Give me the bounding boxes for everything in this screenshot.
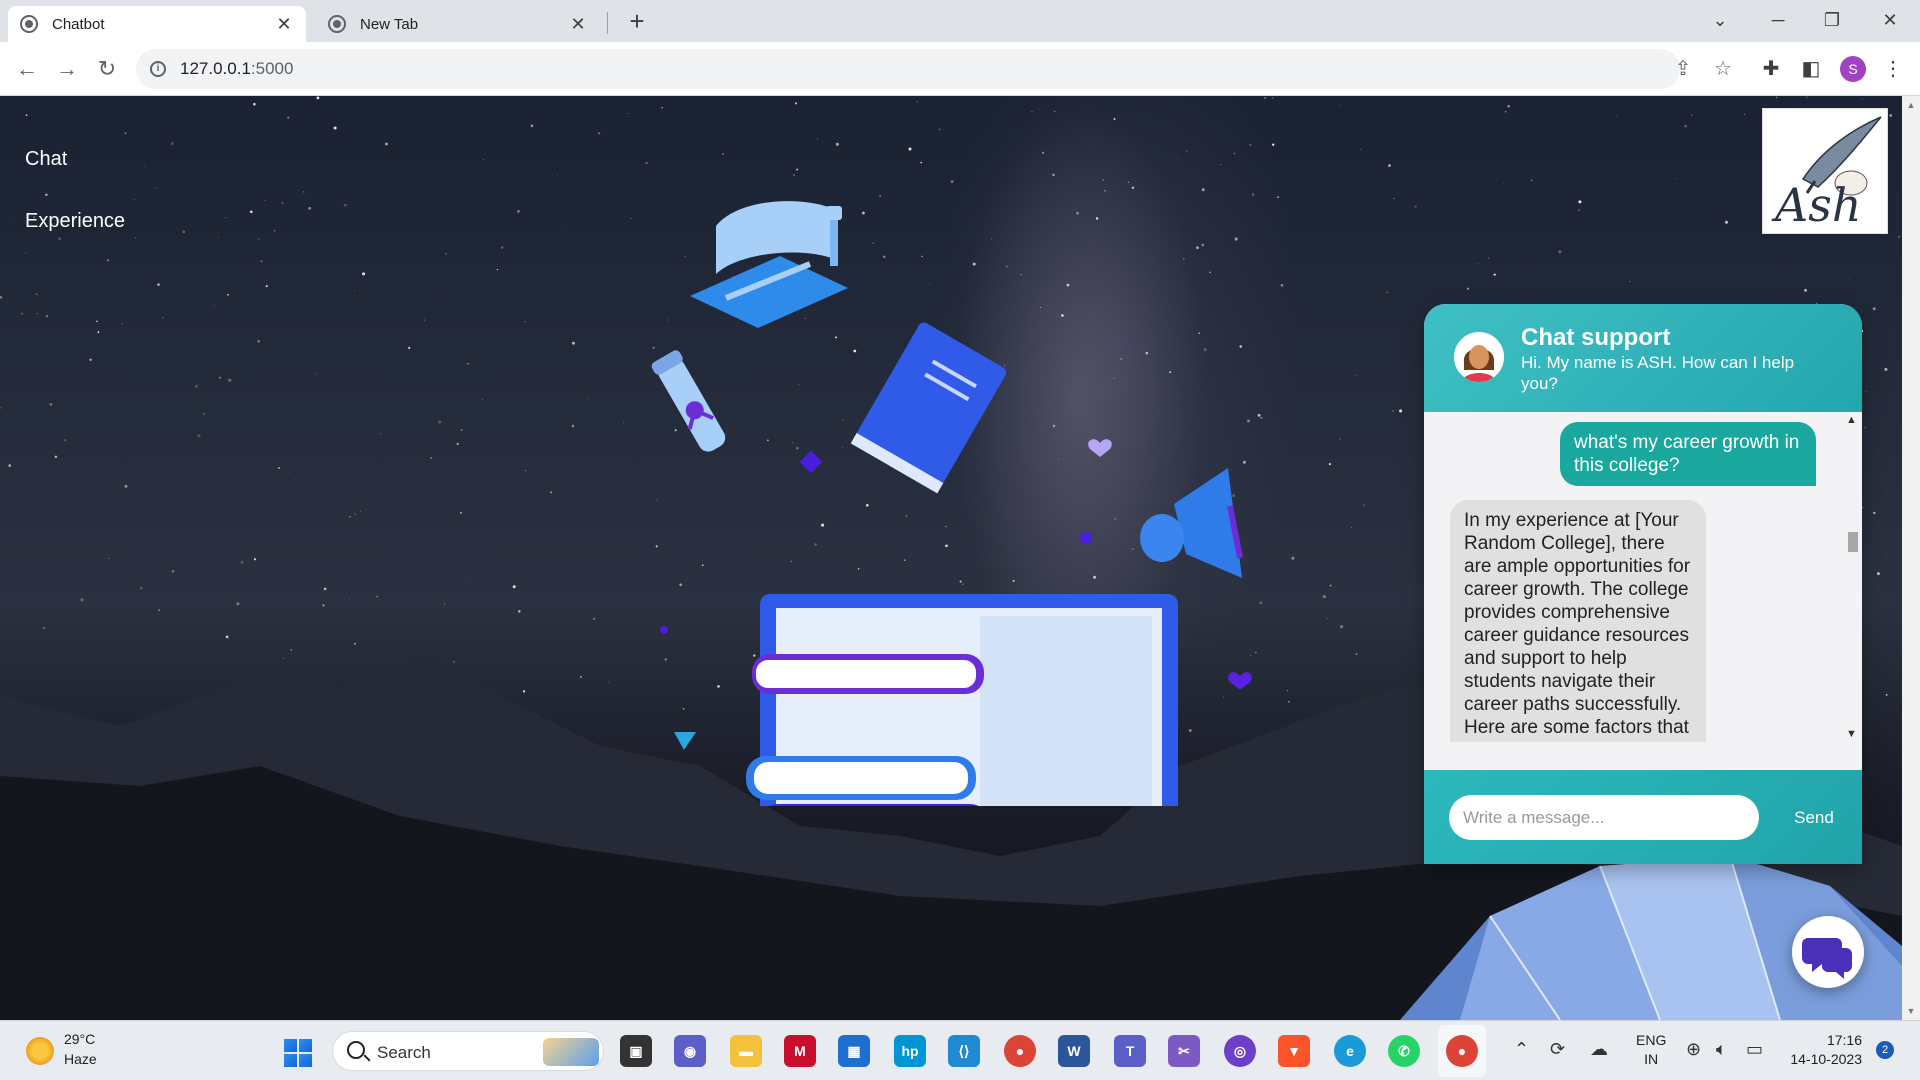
tab-title: New Tab (360, 15, 419, 33)
scroll-up-icon[interactable]: ▲ (1846, 414, 1857, 426)
scroll-down-icon[interactable]: ▼ (1902, 1002, 1920, 1020)
chat-toggle-button[interactable] (1792, 916, 1864, 988)
triangle-shape (674, 732, 696, 750)
page-viewport: Chat Experience Ash Chat support Hi. My … (0, 96, 1902, 1020)
chrome-icon[interactable]: ● (1004, 1035, 1036, 1067)
search-highlight-image (543, 1038, 599, 1066)
brave-icon[interactable]: ▼ (1278, 1035, 1310, 1067)
volume-icon[interactable]: 🔈︎ (1716, 1039, 1727, 1060)
megaphone-icon (1140, 468, 1243, 578)
back-icon[interactable]: ← (12, 54, 42, 84)
scroll-down-icon[interactable]: ▼ (1846, 728, 1857, 740)
show-hidden-icons-icon[interactable]: ⌃ (1514, 1039, 1529, 1060)
heart-icon (1088, 439, 1112, 457)
book-icon (850, 322, 1007, 494)
windows-taskbar: 29°C Haze Search ▣ ◉ ▬ M ▦ hp ⟨⟩ ● W T ✂… (0, 1020, 1920, 1080)
dot-shape (1080, 532, 1092, 544)
search-label: Search (377, 1043, 431, 1062)
whatsapp-icon[interactable]: ✆ (1388, 1035, 1420, 1067)
ash-logo: Ash (1762, 108, 1888, 234)
system-clock[interactable]: 17:16 14-10-2023 (1786, 1031, 1862, 1069)
side-panel-icon[interactable]: ◧ (1796, 54, 1826, 84)
browser-tab-bar: Chatbot ✕ New Tab ✕ + ⌄ ─ ❐ ✕ (0, 0, 1920, 42)
tab-separator (607, 12, 608, 34)
support-avatar (1454, 332, 1504, 382)
close-window-button[interactable]: ✕ (1864, 4, 1916, 36)
network-icon[interactable]: ⊕ (1686, 1039, 1701, 1060)
mcafee-icon[interactable]: M (784, 1035, 816, 1067)
language-indicator[interactable]: ENG IN (1636, 1031, 1666, 1069)
github-icon[interactable]: ◎ (1224, 1035, 1256, 1067)
weather-description[interactable]: Haze (64, 1051, 97, 1067)
start-button[interactable] (284, 1039, 312, 1067)
nav-link-experience[interactable]: Experience (25, 210, 125, 233)
url-text: 127.0.0.1:5000 (180, 59, 294, 78)
minimize-button[interactable]: ─ (1752, 4, 1804, 36)
teams-chat-icon[interactable]: ◉ (674, 1035, 706, 1067)
share-icon[interactable]: ⇪ (1668, 54, 1698, 84)
weather-sun-icon[interactable] (26, 1037, 54, 1065)
chrome-icon (328, 15, 346, 33)
graduation-cap-icon (690, 201, 848, 328)
teams-icon[interactable]: T (1114, 1035, 1146, 1067)
snipping-tool-icon[interactable]: ✂ (1168, 1035, 1200, 1067)
weather-temperature[interactable]: 29°C (64, 1031, 95, 1047)
tab-title: Chatbot (52, 15, 105, 33)
extensions-icon[interactable]: ✚ (1756, 54, 1786, 84)
close-tab-icon[interactable]: ✕ (274, 14, 294, 35)
chat-support-widget: Chat support Hi. My name is ASH. How can… (1424, 304, 1862, 864)
reload-icon[interactable]: ↻ (92, 54, 122, 84)
nav-link-chat[interactable]: Chat (25, 148, 67, 171)
restore-button[interactable]: ❐ (1806, 4, 1858, 36)
edge-icon[interactable]: e (1334, 1035, 1366, 1067)
tab-chatbot[interactable]: Chatbot ✕ (8, 6, 306, 42)
menu-icon[interactable]: ⋮ (1878, 54, 1908, 84)
chat-title: Chat support (1521, 324, 1671, 351)
messages-list[interactable]: what's my career growth in this college?… (1424, 412, 1862, 742)
browser-toolbar: ← → ↻ i 127.0.0.1:5000 ⇪ ☆ ✚ ◧ ⋮ (0, 42, 1920, 96)
onedrive-icon[interactable]: ☁ (1590, 1039, 1608, 1060)
messages-scrollbar[interactable]: ▲ ▼ (1842, 412, 1862, 742)
education-illustration (651, 201, 1252, 806)
chat-subtitle: Hi. My name is ASH. How can I help you? (1521, 353, 1795, 393)
diploma-icon (651, 350, 726, 452)
task-view-icon[interactable]: ▣ (620, 1035, 652, 1067)
scroll-up-icon[interactable]: ▲ (1902, 96, 1920, 114)
site-info-icon[interactable]: i (150, 61, 166, 77)
bookmark-star-icon[interactable]: ☆ (1708, 54, 1738, 84)
forward-icon[interactable]: → (52, 54, 82, 84)
new-tab-button[interactable]: + (622, 6, 652, 36)
profile-avatar[interactable]: S (1840, 56, 1866, 82)
diamond-shape (799, 450, 823, 474)
svg-text:Ash: Ash (1771, 178, 1861, 232)
page-scrollbar[interactable]: ▲ ▼ (1902, 96, 1920, 1020)
address-bar[interactable]: i 127.0.0.1:5000 (136, 49, 1680, 89)
scroll-thumb[interactable] (1848, 532, 1858, 552)
tab-new-tab[interactable]: New Tab ✕ (316, 6, 600, 42)
message-input[interactable] (1449, 795, 1759, 840)
bot-message: In my experience at [Your Random College… (1450, 500, 1706, 742)
microsoft-store-icon[interactable]: ▦ (838, 1035, 870, 1067)
taskbar-search[interactable]: Search (332, 1031, 604, 1071)
send-button[interactable]: Send (1784, 800, 1844, 835)
user-message: what's my career growth in this college? (1560, 422, 1816, 486)
notification-badge[interactable]: 2 (1876, 1041, 1894, 1059)
tab-search-icon[interactable]: ⌄ (1694, 4, 1746, 36)
search-icon (347, 1041, 365, 1059)
vscode-icon[interactable]: ⟨⟩ (948, 1035, 980, 1067)
file-explorer-icon[interactable]: ▬ (730, 1035, 762, 1067)
sync-icon[interactable]: ⟳ (1550, 1039, 1565, 1060)
chat-bubbles-icon (1802, 938, 1852, 979)
battery-icon[interactable]: ▭ (1746, 1039, 1763, 1060)
myhp-icon[interactable]: hp (894, 1035, 926, 1067)
chrome-profile-icon[interactable]: ● (1446, 1035, 1478, 1067)
dot-shape (660, 626, 668, 634)
globe-icon (20, 15, 38, 33)
chat-footer: Send (1424, 770, 1862, 864)
word-icon[interactable]: W (1058, 1035, 1090, 1067)
chat-header: Chat support Hi. My name is ASH. How can… (1424, 304, 1862, 412)
close-tab-icon[interactable]: ✕ (568, 14, 588, 35)
heart-icon (1228, 672, 1252, 690)
